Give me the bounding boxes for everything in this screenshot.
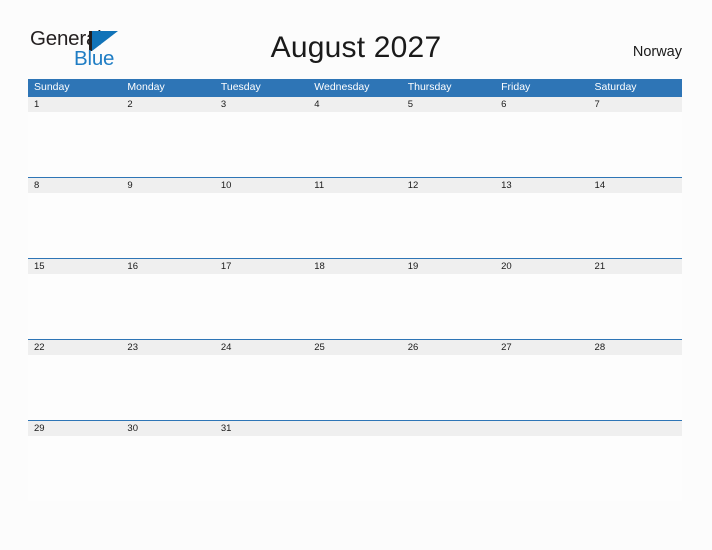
day-cell[interactable] xyxy=(28,274,121,339)
day-cell[interactable] xyxy=(308,193,401,258)
week-row: 29 30 31 xyxy=(28,420,682,501)
date-number-empty xyxy=(589,421,682,436)
date-number[interactable]: 1 xyxy=(28,97,121,112)
calendar-grid: Sunday Monday Tuesday Wednesday Thursday… xyxy=(28,79,682,501)
weekday-header-row: Sunday Monday Tuesday Wednesday Thursday… xyxy=(28,79,682,96)
day-cell-empty xyxy=(495,436,588,501)
weekday-header-sunday: Sunday xyxy=(34,81,70,93)
day-cell-empty xyxy=(402,436,495,501)
date-number[interactable]: 16 xyxy=(121,259,214,274)
date-number[interactable]: 27 xyxy=(495,340,588,355)
day-cell[interactable] xyxy=(495,355,588,420)
day-content-band xyxy=(28,193,682,258)
week-row: 22 23 24 25 26 27 28 xyxy=(28,339,682,420)
page-header: General Blue August 2027 Norway xyxy=(0,0,712,78)
day-cell[interactable] xyxy=(28,193,121,258)
date-number[interactable]: 21 xyxy=(589,259,682,274)
day-content-band xyxy=(28,112,682,177)
day-cell[interactable] xyxy=(308,355,401,420)
day-cell[interactable] xyxy=(121,355,214,420)
date-number-band: 29 30 31 xyxy=(28,421,682,436)
date-number[interactable]: 5 xyxy=(402,97,495,112)
day-cell[interactable] xyxy=(121,274,214,339)
day-cell[interactable] xyxy=(402,355,495,420)
day-cell[interactable] xyxy=(28,112,121,177)
date-number[interactable]: 3 xyxy=(215,97,308,112)
weekday-header-wednesday: Wednesday xyxy=(314,81,370,93)
date-number[interactable]: 12 xyxy=(402,178,495,193)
day-cell[interactable] xyxy=(589,355,682,420)
day-cell[interactable] xyxy=(589,112,682,177)
day-cell[interactable] xyxy=(495,193,588,258)
date-number[interactable]: 9 xyxy=(121,178,214,193)
date-number[interactable]: 25 xyxy=(308,340,401,355)
date-number[interactable]: 20 xyxy=(495,259,588,274)
day-cell[interactable] xyxy=(121,436,214,501)
weekday-header-saturday: Saturday xyxy=(594,81,637,93)
weekday-header-thursday: Thursday xyxy=(407,81,452,93)
date-number-band: 8 9 10 11 12 13 14 xyxy=(28,178,682,193)
day-cell[interactable] xyxy=(28,436,121,501)
day-content-band xyxy=(28,355,682,420)
date-number[interactable]: 11 xyxy=(308,178,401,193)
date-number[interactable]: 15 xyxy=(28,259,121,274)
week-row: 1 2 3 4 5 6 7 xyxy=(28,96,682,177)
date-number[interactable]: 4 xyxy=(308,97,401,112)
day-content-band xyxy=(28,274,682,339)
day-cell[interactable] xyxy=(121,193,214,258)
date-number[interactable]: 26 xyxy=(402,340,495,355)
week-row: 8 9 10 11 12 13 14 xyxy=(28,177,682,258)
day-cell[interactable] xyxy=(308,112,401,177)
day-cell[interactable] xyxy=(589,274,682,339)
day-cell-empty xyxy=(308,436,401,501)
day-cell[interactable] xyxy=(308,274,401,339)
day-cell-empty xyxy=(589,436,682,501)
page-title: August 2027 xyxy=(270,31,442,64)
weekday-header-monday: Monday xyxy=(127,81,165,93)
day-cell[interactable] xyxy=(495,274,588,339)
date-number[interactable]: 7 xyxy=(589,97,682,112)
date-number[interactable]: 29 xyxy=(28,421,121,436)
day-cell[interactable] xyxy=(402,112,495,177)
date-number-empty xyxy=(495,421,588,436)
date-number[interactable]: 17 xyxy=(215,259,308,274)
date-number[interactable]: 2 xyxy=(121,97,214,112)
date-number[interactable]: 28 xyxy=(589,340,682,355)
day-cell[interactable] xyxy=(121,112,214,177)
day-cell[interactable] xyxy=(215,193,308,258)
weekday-header-tuesday: Tuesday xyxy=(220,81,261,93)
day-cell[interactable] xyxy=(402,193,495,258)
date-number[interactable]: 18 xyxy=(308,259,401,274)
date-number[interactable]: 8 xyxy=(28,178,121,193)
date-number[interactable]: 14 xyxy=(589,178,682,193)
day-cell[interactable] xyxy=(215,274,308,339)
date-number[interactable]: 19 xyxy=(402,259,495,274)
date-number[interactable]: 31 xyxy=(215,421,308,436)
country-label: Norway xyxy=(632,44,682,60)
date-number[interactable]: 6 xyxy=(495,97,588,112)
weekday-header-friday: Friday xyxy=(501,81,531,93)
date-number[interactable]: 24 xyxy=(215,340,308,355)
day-cell[interactable] xyxy=(215,112,308,177)
date-number[interactable]: 10 xyxy=(215,178,308,193)
day-cell[interactable] xyxy=(28,355,121,420)
day-cell[interactable] xyxy=(495,112,588,177)
day-cell[interactable] xyxy=(402,274,495,339)
day-cell[interactable] xyxy=(589,193,682,258)
date-number-band: 1 2 3 4 5 6 7 xyxy=(28,97,682,112)
date-number-band: 22 23 24 25 26 27 28 xyxy=(28,340,682,355)
date-number-empty xyxy=(402,421,495,436)
date-number[interactable]: 30 xyxy=(121,421,214,436)
date-number-band: 15 16 17 18 19 20 21 xyxy=(28,259,682,274)
day-cell[interactable] xyxy=(215,355,308,420)
day-cell[interactable] xyxy=(215,436,308,501)
date-number-empty xyxy=(308,421,401,436)
date-number[interactable]: 22 xyxy=(28,340,121,355)
day-content-band xyxy=(28,436,682,501)
week-row: 15 16 17 18 19 20 21 xyxy=(28,258,682,339)
date-number[interactable]: 13 xyxy=(495,178,588,193)
date-number[interactable]: 23 xyxy=(121,340,214,355)
